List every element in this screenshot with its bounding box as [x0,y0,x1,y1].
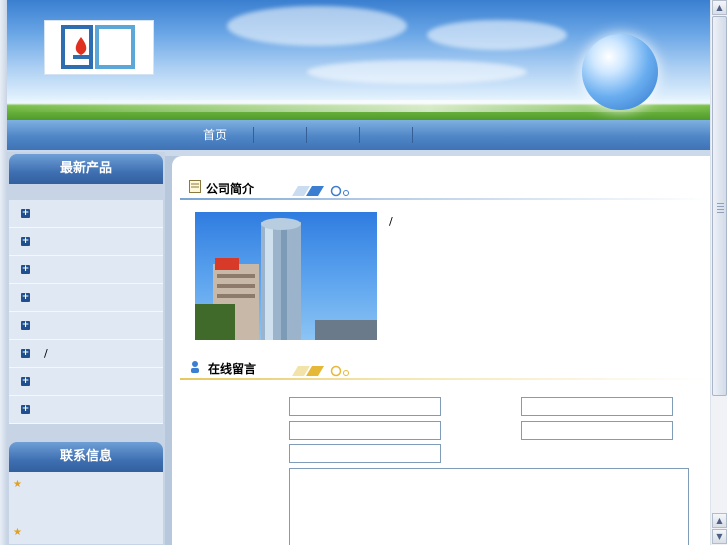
message-title: 在线留言 [208,362,257,376]
company-building-photo [195,212,377,340]
plus-icon: + [21,292,30,302]
scroll-up-button-lower[interactable]: ▲ [712,513,727,528]
section-underline [180,378,710,380]
nav-item-5[interactable] [413,126,465,144]
subject-field[interactable] [289,444,441,463]
cloud [307,60,527,84]
contact-row [9,496,163,520]
product-item[interactable]: + [9,228,163,256]
plus-icon: + [21,404,30,414]
globe-graphic [582,34,658,110]
main-nav: 首页 [7,120,710,150]
star-icon: ★ [13,478,22,490]
about-text: / [389,214,699,229]
product-item[interactable]: + [9,256,163,284]
page: 首页 最新产品 + + + + + + / + + 联系信息 ★ ★ 公司简介 … [0,0,727,545]
products-title: 最新产品 [9,154,163,184]
product-label: / [44,347,48,360]
product-item[interactable]: + [9,312,163,340]
company-field[interactable] [521,421,673,440]
plus-icon: + [21,208,30,218]
grip-line [717,212,724,213]
message-textarea[interactable] [289,468,689,545]
about-paragraph: / [389,215,393,228]
contact-info: ★ ★ [9,472,163,544]
document-icon [189,180,201,193]
vertical-scrollbar[interactable]: ▲ ▲ ▼ [710,0,727,545]
plus-icon: + [21,320,30,330]
cloud [427,20,567,50]
scroll-up-button[interactable]: ▲ [712,0,727,15]
about-title: 公司简介 [206,182,255,196]
product-item[interactable]: + [9,396,163,424]
nav-item-home[interactable]: 首页 [177,126,253,144]
plus-icon: + [21,264,30,274]
products-list: + + + + + + / + + [9,200,163,424]
sidebar: 最新产品 + + + + + + / + + 联系信息 ★ ★ [7,152,165,545]
plus-icon: + [21,348,30,358]
phone-field[interactable] [521,397,673,416]
grip-line [717,209,724,210]
person-icon [191,361,199,373]
product-item[interactable]: + [9,200,163,228]
plus-icon: + [21,376,30,386]
contact-row: ★ [9,472,163,496]
grip-line [717,206,724,207]
header-decoration [292,365,349,377]
cloud [227,6,407,46]
plus-icon: + [21,236,30,246]
main-content: 公司简介 / 在线留言 [172,156,710,545]
header-decoration [292,185,349,197]
grip-line [717,203,724,204]
nav-item-3[interactable] [307,126,359,144]
company-logo[interactable] [44,20,154,75]
nav-item-4[interactable] [360,126,412,144]
star-icon: ★ [13,526,22,538]
scroll-thumb[interactable] [712,16,727,396]
name-field[interactable] [289,397,441,416]
nav-item-2[interactable] [254,126,306,144]
product-item[interactable]: + [9,368,163,396]
email-field[interactable] [289,421,441,440]
product-item[interactable]: + / [9,340,163,368]
left-edge [0,0,7,545]
contact-title: 联系信息 [9,442,163,472]
site-header [7,0,710,120]
scroll-down-button[interactable]: ▼ [712,529,727,544]
about-header: 公司简介 [172,176,710,202]
product-item[interactable]: + [9,284,163,312]
message-header: 在线留言 [172,356,710,382]
section-underline [180,198,710,200]
contact-row: ★ [9,520,163,544]
